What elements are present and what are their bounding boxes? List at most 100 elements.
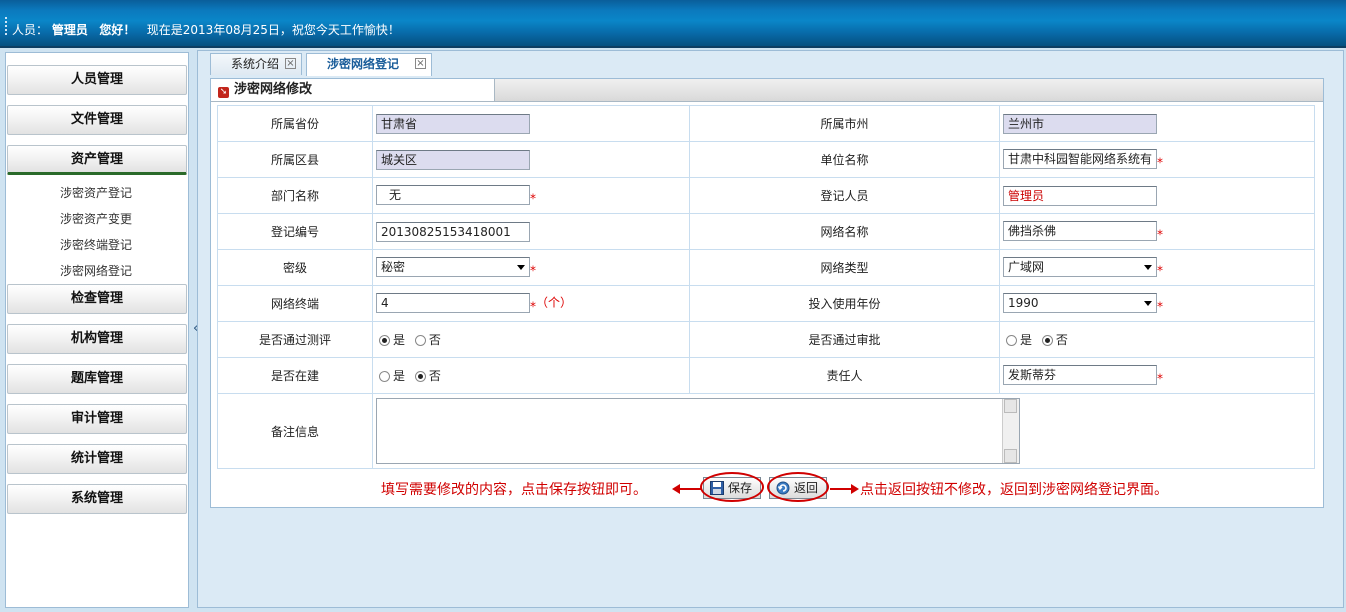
menu-inspection[interactable]: 检查管理 — [7, 284, 187, 314]
tab-label: 涉密网络登记 — [327, 57, 400, 71]
unit-label: 单位名称 — [689, 141, 1000, 178]
form-row: 登记编号 20130825153418001 网络名称 佛挡杀佛 * — [217, 213, 1315, 250]
required-mark: * — [530, 191, 536, 206]
terminals-field[interactable]: 4 — [376, 293, 530, 314]
form-row: 密级 秘密 * 网络类型 广域网 * — [217, 249, 1315, 286]
province-label: 所属省份 — [217, 105, 373, 142]
sidebar: 人员管理 文件管理 资产管理 涉密资产登记 涉密资产变更 涉密终端登记 涉密网络… — [5, 52, 189, 608]
panel-header: ➘ 涉密网络修改 — [211, 79, 1323, 102]
terminals-label: 网络终端 — [217, 285, 373, 322]
panel-title: ➘ 涉密网络修改 — [211, 79, 495, 101]
edit-form: 所属省份 甘肃省 所属市州 兰州市 所属区县 城关区 单位名称 甘肃中科园智能网… — [217, 105, 1315, 469]
city-label: 所属市州 — [689, 105, 1000, 142]
regno-field[interactable]: 20130825153418001 — [376, 221, 530, 242]
building-no-radio[interactable] — [414, 371, 426, 382]
tab-system-intro[interactable]: 系统介绍 × — [210, 53, 302, 75]
required-mark: * — [530, 263, 536, 278]
nettype-label: 网络类型 — [689, 249, 1000, 286]
approve-no-radio[interactable] — [1041, 335, 1053, 346]
drag-handle-icon — [5, 17, 7, 37]
building-yes-radio[interactable] — [379, 371, 390, 382]
eval-yes-radio[interactable] — [379, 335, 390, 346]
secret-select[interactable]: 秘密 — [376, 257, 530, 278]
annotation-arrow — [830, 488, 852, 490]
radio-label: 是 — [1020, 333, 1033, 347]
unit-field[interactable]: 甘肃中科园智能网络系统有 — [1003, 149, 1157, 170]
registrant-field[interactable]: 管理员 — [1003, 185, 1157, 206]
district-label: 所属区县 — [217, 141, 373, 178]
scroll-up-icon[interactable] — [1004, 399, 1017, 413]
chevron-down-icon — [1144, 265, 1152, 271]
arrow-down-icon: ➘ — [218, 87, 229, 98]
remark-label: 备注信息 — [217, 393, 373, 469]
panel-title-text: 涉密网络修改 — [234, 82, 313, 97]
user-label: 人员： — [12, 23, 49, 37]
menu-audit[interactable]: 审计管理 — [7, 404, 187, 434]
tab-network-register[interactable]: 涉密网络登记 × — [306, 53, 432, 76]
required-mark: * — [1157, 299, 1163, 314]
dept-field[interactable]: 无 — [376, 185, 530, 206]
date-text: 现在是2013年08月25日，祝您今天工作愉快！ — [146, 23, 400, 37]
required-mark: * — [1157, 371, 1163, 386]
menu-personnel[interactable]: 人员管理 — [7, 65, 187, 95]
menu-organization[interactable]: 机构管理 — [7, 324, 187, 354]
building-label: 是否在建 — [217, 357, 373, 394]
nettype-value: 广域网 — [1008, 260, 1045, 275]
user-info: 人员： 管理员 您好！ 现在是2013年08月25日，祝您今天工作愉快！ — [12, 21, 400, 38]
menu-question-bank[interactable]: 题库管理 — [7, 364, 187, 394]
remark-textarea[interactable] — [376, 398, 1020, 464]
close-icon[interactable]: × — [285, 58, 296, 69]
year-label: 投入使用年份 — [689, 285, 1000, 322]
registrant-label: 登记人员 — [689, 177, 1000, 214]
highlight-ring — [700, 472, 764, 502]
city-field: 兰州市 — [1003, 113, 1157, 134]
sidebar-item-asset-register[interactable]: 涉密资产登记 — [6, 184, 186, 201]
menu-statistics[interactable]: 统计管理 — [7, 444, 187, 474]
form-row: 是否在建 是 否 责任人 发斯蒂芬 * — [217, 357, 1315, 394]
district-field: 城关区 — [376, 149, 530, 170]
radio-label: 否 — [428, 333, 441, 347]
secret-value: 秘密 — [381, 260, 406, 275]
back-annotation: 点击返回按钮不修改，返回到涉密网络登记界面。 — [860, 482, 1168, 498]
chevron-down-icon — [1144, 301, 1152, 307]
province-field: 甘肃省 — [376, 113, 530, 134]
year-value: 1990 — [1008, 296, 1039, 311]
owner-label: 责任人 — [689, 357, 1000, 394]
menu-system[interactable]: 系统管理 — [7, 484, 187, 514]
netname-field[interactable]: 佛挡杀佛 — [1003, 221, 1157, 242]
menu-files[interactable]: 文件管理 — [7, 105, 187, 135]
eval-label: 是否通过测评 — [217, 321, 373, 358]
approve-label: 是否通过审批 — [689, 321, 1000, 358]
eval-no-radio[interactable] — [414, 335, 426, 346]
arrow-left-icon — [672, 484, 680, 494]
user-name: 管理员 — [51, 23, 88, 37]
chevron-down-icon — [517, 265, 525, 271]
form-row: 备注信息 — [217, 393, 1315, 469]
required-mark: * — [1157, 227, 1163, 242]
content-panel: ➘ 涉密网络修改 所属省份 甘肃省 所属市州 兰州市 所属区县 城关区 单位名称 … — [210, 78, 1324, 508]
regno-label: 登记编号 — [217, 213, 373, 250]
greeting: 您好！ — [99, 23, 136, 37]
form-row: 是否通过测评 是 否 是否通过审批 是 否 — [217, 321, 1315, 358]
owner-field[interactable]: 发斯蒂芬 — [1003, 365, 1157, 386]
sidebar-item-network-register[interactable]: 涉密网络登记 — [6, 262, 186, 279]
approve-yes-radio[interactable] — [1006, 335, 1017, 346]
form-row: 部门名称 无 * 登记人员 管理员 — [217, 177, 1315, 214]
close-icon[interactable]: × — [415, 58, 426, 69]
nettype-select[interactable]: 广域网 — [1003, 257, 1157, 278]
scroll-down-icon[interactable] — [1004, 449, 1017, 463]
form-row: 所属省份 甘肃省 所属市州 兰州市 — [217, 105, 1315, 142]
form-row: 所属区县 城关区 单位名称 甘肃中科园智能网络系统有 * — [217, 141, 1315, 178]
sidebar-item-asset-change[interactable]: 涉密资产变更 — [6, 210, 186, 227]
highlight-ring — [767, 472, 829, 502]
dept-label: 部门名称 — [217, 177, 373, 214]
scrollbar[interactable] — [1002, 399, 1019, 463]
radio-label: 是 — [393, 369, 406, 383]
menu-assets[interactable]: 资产管理 — [7, 145, 187, 175]
year-select[interactable]: 1990 — [1003, 293, 1157, 314]
tab-label: 系统介绍 — [231, 57, 280, 71]
save-annotation: 填写需要修改的内容，点击保存按钮即可。 — [381, 482, 647, 498]
secret-label: 密级 — [217, 249, 373, 286]
main-panel: 系统介绍 × 涉密网络登记 × ➘ 涉密网络修改 所属省份 甘肃省 所属市州 兰州… — [197, 50, 1344, 608]
sidebar-item-terminal-register[interactable]: 涉密终端登记 — [6, 236, 186, 253]
